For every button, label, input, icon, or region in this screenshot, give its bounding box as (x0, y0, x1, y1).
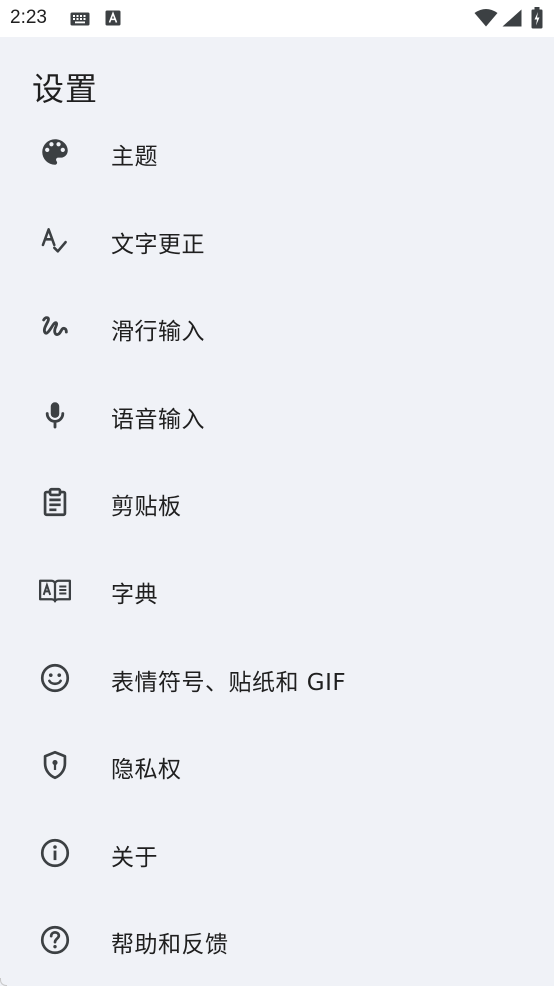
settings-item-label: 主题 (111, 144, 158, 170)
settings-item-clipboard[interactable]: 剪贴板 (0, 458, 554, 546)
settings-item-glide-typing[interactable]: 滑行输入 (0, 283, 554, 371)
palette-icon (38, 135, 72, 169)
page-title: 设置 (32, 70, 99, 108)
settings-item-label: 隐私权 (111, 757, 182, 784)
clipboard-icon (38, 485, 72, 519)
settings-item-text-correction[interactable]: 文字更正 (0, 196, 554, 284)
help-icon (38, 923, 72, 957)
wifi-icon (474, 9, 498, 27)
a-notification-icon (105, 10, 121, 26)
settings-item-dictionary[interactable]: 字典 (0, 546, 554, 634)
microphone-icon (38, 398, 72, 432)
emoji-icon (38, 661, 72, 695)
settings-item-theme[interactable]: 主题 (0, 108, 554, 196)
keyboard-icon (70, 12, 90, 26)
settings-item-label: 滑行输入 (111, 319, 205, 346)
settings-item-label: 文字更正 (111, 231, 205, 258)
info-icon (38, 836, 72, 870)
settings-item-emoji-stickers-gif[interactable]: 表情符号、贴纸和 GIF (0, 634, 554, 722)
battery-icon (531, 7, 543, 29)
shield-icon (38, 748, 72, 782)
settings-item-privacy[interactable]: 隐私权 (0, 721, 554, 809)
settings-item-about[interactable]: 关于 (0, 809, 554, 897)
settings-item-label: 字典 (111, 581, 158, 608)
settings-item-label: 关于 (111, 844, 158, 871)
cellular-signal-icon (502, 9, 522, 27)
settings-item-label: 剪贴板 (111, 494, 182, 521)
dictionary-icon (38, 573, 72, 607)
spellcheck-icon (38, 223, 72, 257)
settings-item-help-feedback[interactable]: 帮助和反馈 (0, 896, 554, 984)
settings-item-voice-input[interactable]: 语音输入 (0, 371, 554, 459)
settings-item-label: 语音输入 (111, 406, 205, 433)
gesture-icon (38, 310, 72, 344)
status-bar: 2:23 (0, 0, 554, 37)
settings-item-label: 帮助和反馈 (111, 932, 229, 959)
settings-item-label: 表情符号、贴纸和 GIF (111, 669, 347, 696)
settings-list: 主题 文字更正 滑行输入 语音输入 剪贴板 字典 表情符号、贴纸和 GIF 隐私… (0, 108, 554, 984)
status-time: 2:23 (10, 7, 47, 28)
